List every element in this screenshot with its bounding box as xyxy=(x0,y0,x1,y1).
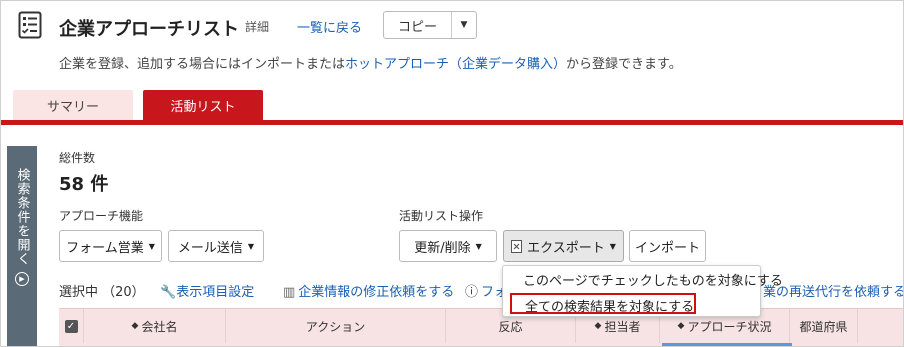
select-all-cell: ✓ xyxy=(59,309,84,343)
export-button[interactable]: エクスポート ▼ xyxy=(503,230,624,262)
table-header: ✓ ◆ 会社名 アクション 反応 ◆ 担当者 ◆ アプローチ状況 都道府県 xyxy=(59,308,903,346)
wrench-icon: 🔧 xyxy=(160,285,177,300)
tab-underline xyxy=(1,120,903,125)
list-icon xyxy=(18,11,42,43)
page-title-suffix: 詳細 xyxy=(245,20,270,34)
tab-activity-list[interactable]: 活動リスト xyxy=(143,90,263,120)
export-dropdown-menu: このページでチェックしたものを対象にする 全ての検索結果を対象にする xyxy=(502,265,783,317)
export-option-all-results[interactable]: 全ての検索結果を対象にする xyxy=(525,296,694,315)
status-column-accent xyxy=(662,343,792,346)
caret-down-icon: ▼ xyxy=(247,241,255,251)
back-to-list-link[interactable]: 一覧に戻る xyxy=(297,17,362,36)
col-company-name[interactable]: ◆ 会社名 xyxy=(84,309,226,343)
page-title: 企業アプローチリスト xyxy=(59,19,239,40)
selected-count: 選択中 （20） xyxy=(59,285,145,300)
copy-split-button[interactable]: コピー ▼ xyxy=(383,11,477,39)
import-button[interactable]: インポート xyxy=(629,230,706,262)
display-settings-link[interactable]: 🔧表示項目設定 xyxy=(160,281,254,300)
sort-icon: ◆ xyxy=(131,321,139,331)
sort-icon: ◆ xyxy=(677,321,685,331)
caret-down-icon: ▼ xyxy=(148,241,155,251)
activity-ops-label: 活動リスト操作 xyxy=(399,209,484,223)
app-window: 企業アプローチリスト 詳細 一覧に戻る コピー ▼ 企業を登録、追加する場合には… xyxy=(0,0,904,347)
correction-request-link[interactable]: ▥ 企業情報の修正依頼をする xyxy=(283,281,454,300)
help-icon: ⓘ xyxy=(465,285,479,300)
caret-down-icon: ▼ xyxy=(475,241,482,251)
form-sales-button[interactable]: フォーム営業 ▼ xyxy=(59,230,162,262)
hot-approach-link[interactable]: ホットアプローチ（企業データ購入） xyxy=(345,57,566,72)
search-conditions-toggle[interactable]: 検索条件を開く ▶ xyxy=(7,146,37,346)
resend-request-link[interactable]: 業の再送代行を依頼する xyxy=(763,281,903,300)
chevron-down-icon[interactable]: ▼ xyxy=(452,12,476,38)
update-delete-button[interactable]: 更新/削除 ▼ xyxy=(399,230,497,262)
col-prefecture[interactable]: 都道府県 xyxy=(790,309,858,343)
export-option-checked-on-page[interactable]: このページでチェックしたものを対象にする xyxy=(523,270,783,289)
col-action[interactable]: アクション xyxy=(226,309,446,343)
building-icon: ▥ xyxy=(283,285,296,300)
form-link-truncated[interactable]: ⓘ フォ xyxy=(465,281,507,300)
mail-send-button[interactable]: メール送信 ▼ xyxy=(168,230,264,262)
select-all-checkbox[interactable]: ✓ xyxy=(64,319,78,333)
tab-summary[interactable]: サマリー xyxy=(13,90,133,120)
total-count-label: 総件数 xyxy=(59,151,96,165)
approach-section-label: アプローチ機能 xyxy=(59,209,144,223)
caret-down-icon: ▼ xyxy=(609,241,616,251)
chevron-right-icon: ▶ xyxy=(15,272,29,286)
file-export-icon xyxy=(511,239,523,253)
description: 企業を登録、追加する場合にはインポートまたはホットアプローチ（企業データ購入）か… xyxy=(59,57,682,72)
sort-icon: ◆ xyxy=(594,321,602,331)
copy-button[interactable]: コピー xyxy=(384,12,452,38)
search-conditions-label: 検索条件を開く xyxy=(14,168,30,266)
total-count-value: 58 件 xyxy=(59,174,109,195)
